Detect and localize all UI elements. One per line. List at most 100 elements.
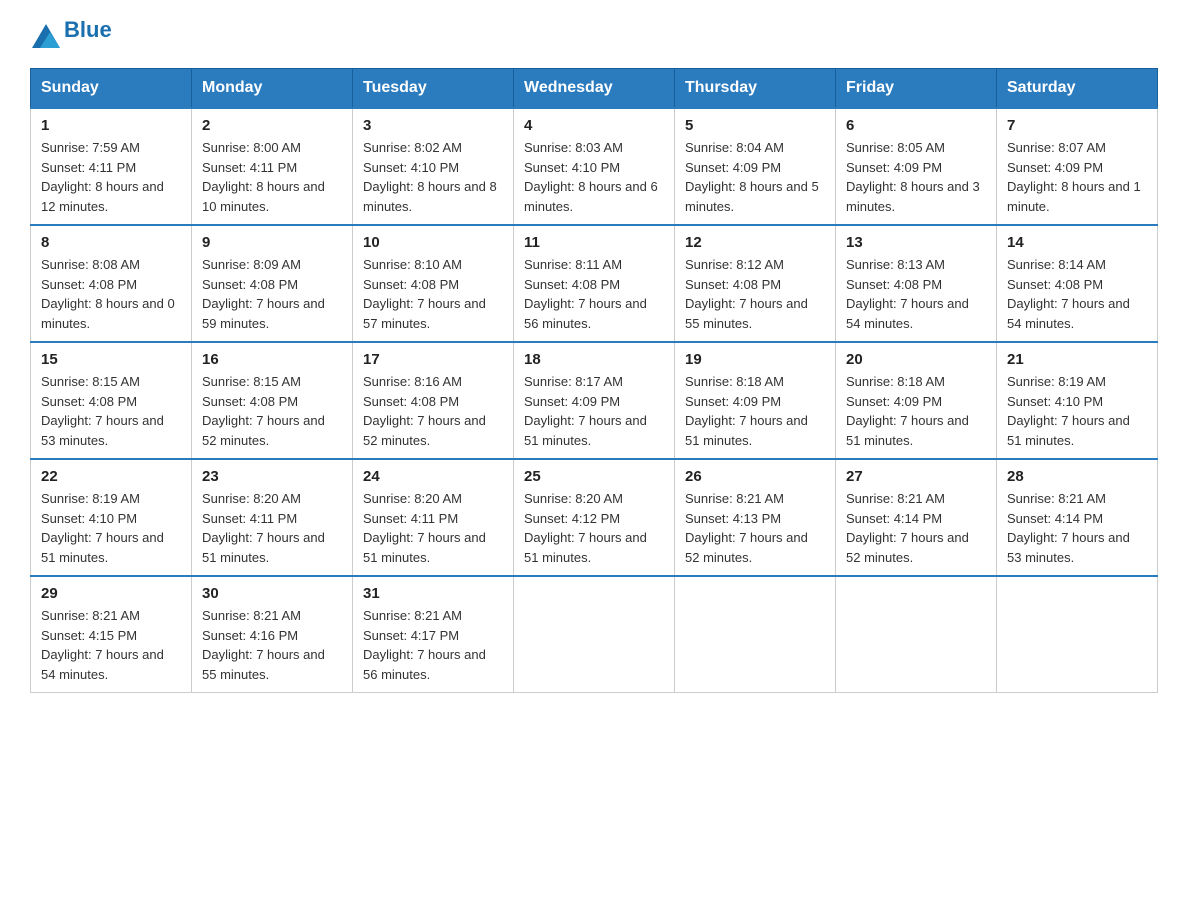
calendar-cell: 8 Sunrise: 8:08 AMSunset: 4:08 PMDayligh…: [31, 225, 192, 342]
day-info: Sunrise: 8:19 AMSunset: 4:10 PMDaylight:…: [41, 489, 181, 567]
day-number: 5: [685, 117, 825, 134]
page-header: Blue: [30, 20, 1158, 48]
day-number: 17: [363, 351, 503, 368]
day-header-wednesday: Wednesday: [514, 69, 675, 109]
day-info: Sunrise: 8:07 AMSunset: 4:09 PMDaylight:…: [1007, 138, 1147, 216]
calendar-cell: 17 Sunrise: 8:16 AMSunset: 4:08 PMDaylig…: [353, 342, 514, 459]
day-number: 21: [1007, 351, 1147, 368]
calendar-cell: 3 Sunrise: 8:02 AMSunset: 4:10 PMDayligh…: [353, 108, 514, 225]
calendar-cell: [675, 576, 836, 693]
day-info: Sunrise: 8:03 AMSunset: 4:10 PMDaylight:…: [524, 138, 664, 216]
day-number: 31: [363, 585, 503, 602]
day-info: Sunrise: 8:09 AMSunset: 4:08 PMDaylight:…: [202, 255, 342, 333]
day-number: 15: [41, 351, 181, 368]
day-number: 27: [846, 468, 986, 485]
day-header-monday: Monday: [192, 69, 353, 109]
calendar-cell: 20 Sunrise: 8:18 AMSunset: 4:09 PMDaylig…: [836, 342, 997, 459]
day-number: 24: [363, 468, 503, 485]
calendar-cell: 24 Sunrise: 8:20 AMSunset: 4:11 PMDaylig…: [353, 459, 514, 576]
day-number: 14: [1007, 234, 1147, 251]
calendar-cell: 22 Sunrise: 8:19 AMSunset: 4:10 PMDaylig…: [31, 459, 192, 576]
day-number: 8: [41, 234, 181, 251]
day-number: 9: [202, 234, 342, 251]
day-info: Sunrise: 8:15 AMSunset: 4:08 PMDaylight:…: [202, 372, 342, 450]
day-info: Sunrise: 8:15 AMSunset: 4:08 PMDaylight:…: [41, 372, 181, 450]
day-info: Sunrise: 8:12 AMSunset: 4:08 PMDaylight:…: [685, 255, 825, 333]
day-number: 3: [363, 117, 503, 134]
day-info: Sunrise: 8:19 AMSunset: 4:10 PMDaylight:…: [1007, 372, 1147, 450]
day-info: Sunrise: 8:18 AMSunset: 4:09 PMDaylight:…: [846, 372, 986, 450]
calendar-header-row: SundayMondayTuesdayWednesdayThursdayFrid…: [31, 69, 1158, 109]
calendar-cell: 19 Sunrise: 8:18 AMSunset: 4:09 PMDaylig…: [675, 342, 836, 459]
day-number: 13: [846, 234, 986, 251]
calendar-cell: [514, 576, 675, 693]
day-info: Sunrise: 8:08 AMSunset: 4:08 PMDaylight:…: [41, 255, 181, 333]
day-number: 23: [202, 468, 342, 485]
calendar-cell: 25 Sunrise: 8:20 AMSunset: 4:12 PMDaylig…: [514, 459, 675, 576]
day-info: Sunrise: 8:17 AMSunset: 4:09 PMDaylight:…: [524, 372, 664, 450]
day-number: 29: [41, 585, 181, 602]
calendar-cell: 18 Sunrise: 8:17 AMSunset: 4:09 PMDaylig…: [514, 342, 675, 459]
day-number: 16: [202, 351, 342, 368]
day-number: 20: [846, 351, 986, 368]
calendar-cell: 26 Sunrise: 8:21 AMSunset: 4:13 PMDaylig…: [675, 459, 836, 576]
day-info: Sunrise: 8:16 AMSunset: 4:08 PMDaylight:…: [363, 372, 503, 450]
day-number: 19: [685, 351, 825, 368]
day-info: Sunrise: 8:21 AMSunset: 4:14 PMDaylight:…: [846, 489, 986, 567]
calendar-week-row: 8 Sunrise: 8:08 AMSunset: 4:08 PMDayligh…: [31, 225, 1158, 342]
day-info: Sunrise: 8:20 AMSunset: 4:11 PMDaylight:…: [202, 489, 342, 567]
day-info: Sunrise: 8:21 AMSunset: 4:13 PMDaylight:…: [685, 489, 825, 567]
day-number: 7: [1007, 117, 1147, 134]
calendar-week-row: 1 Sunrise: 7:59 AMSunset: 4:11 PMDayligh…: [31, 108, 1158, 225]
day-info: Sunrise: 8:21 AMSunset: 4:14 PMDaylight:…: [1007, 489, 1147, 567]
logo: Blue: [30, 20, 112, 48]
day-number: 6: [846, 117, 986, 134]
day-info: Sunrise: 8:04 AMSunset: 4:09 PMDaylight:…: [685, 138, 825, 216]
day-number: 11: [524, 234, 664, 251]
calendar-cell: 13 Sunrise: 8:13 AMSunset: 4:08 PMDaylig…: [836, 225, 997, 342]
day-number: 25: [524, 468, 664, 485]
logo-icon: [32, 20, 60, 48]
calendar-cell: 16 Sunrise: 8:15 AMSunset: 4:08 PMDaylig…: [192, 342, 353, 459]
logo-blue-text: Blue: [64, 17, 112, 43]
calendar-table: SundayMondayTuesdayWednesdayThursdayFrid…: [30, 68, 1158, 693]
day-info: Sunrise: 8:02 AMSunset: 4:10 PMDaylight:…: [363, 138, 503, 216]
day-info: Sunrise: 8:11 AMSunset: 4:08 PMDaylight:…: [524, 255, 664, 333]
day-number: 2: [202, 117, 342, 134]
day-number: 10: [363, 234, 503, 251]
day-info: Sunrise: 8:18 AMSunset: 4:09 PMDaylight:…: [685, 372, 825, 450]
day-number: 22: [41, 468, 181, 485]
day-info: Sunrise: 8:21 AMSunset: 4:16 PMDaylight:…: [202, 606, 342, 684]
calendar-cell: 28 Sunrise: 8:21 AMSunset: 4:14 PMDaylig…: [997, 459, 1158, 576]
calendar-cell: 15 Sunrise: 8:15 AMSunset: 4:08 PMDaylig…: [31, 342, 192, 459]
day-info: Sunrise: 8:00 AMSunset: 4:11 PMDaylight:…: [202, 138, 342, 216]
calendar-cell: 12 Sunrise: 8:12 AMSunset: 4:08 PMDaylig…: [675, 225, 836, 342]
calendar-week-row: 22 Sunrise: 8:19 AMSunset: 4:10 PMDaylig…: [31, 459, 1158, 576]
day-number: 12: [685, 234, 825, 251]
calendar-cell: 31 Sunrise: 8:21 AMSunset: 4:17 PMDaylig…: [353, 576, 514, 693]
calendar-cell: 1 Sunrise: 7:59 AMSunset: 4:11 PMDayligh…: [31, 108, 192, 225]
calendar-cell: 7 Sunrise: 8:07 AMSunset: 4:09 PMDayligh…: [997, 108, 1158, 225]
calendar-cell: 21 Sunrise: 8:19 AMSunset: 4:10 PMDaylig…: [997, 342, 1158, 459]
calendar-cell: 14 Sunrise: 8:14 AMSunset: 4:08 PMDaylig…: [997, 225, 1158, 342]
calendar-cell: [836, 576, 997, 693]
day-number: 18: [524, 351, 664, 368]
day-info: Sunrise: 8:21 AMSunset: 4:15 PMDaylight:…: [41, 606, 181, 684]
calendar-cell: 9 Sunrise: 8:09 AMSunset: 4:08 PMDayligh…: [192, 225, 353, 342]
calendar-week-row: 15 Sunrise: 8:15 AMSunset: 4:08 PMDaylig…: [31, 342, 1158, 459]
day-info: Sunrise: 8:05 AMSunset: 4:09 PMDaylight:…: [846, 138, 986, 216]
calendar-cell: 23 Sunrise: 8:20 AMSunset: 4:11 PMDaylig…: [192, 459, 353, 576]
day-header-sunday: Sunday: [31, 69, 192, 109]
calendar-cell: 5 Sunrise: 8:04 AMSunset: 4:09 PMDayligh…: [675, 108, 836, 225]
calendar-cell: 11 Sunrise: 8:11 AMSunset: 4:08 PMDaylig…: [514, 225, 675, 342]
day-info: Sunrise: 8:14 AMSunset: 4:08 PMDaylight:…: [1007, 255, 1147, 333]
day-number: 30: [202, 585, 342, 602]
day-number: 28: [1007, 468, 1147, 485]
calendar-cell: 10 Sunrise: 8:10 AMSunset: 4:08 PMDaylig…: [353, 225, 514, 342]
day-header-friday: Friday: [836, 69, 997, 109]
day-number: 1: [41, 117, 181, 134]
day-number: 4: [524, 117, 664, 134]
day-info: Sunrise: 8:21 AMSunset: 4:17 PMDaylight:…: [363, 606, 503, 684]
day-header-thursday: Thursday: [675, 69, 836, 109]
day-header-tuesday: Tuesday: [353, 69, 514, 109]
